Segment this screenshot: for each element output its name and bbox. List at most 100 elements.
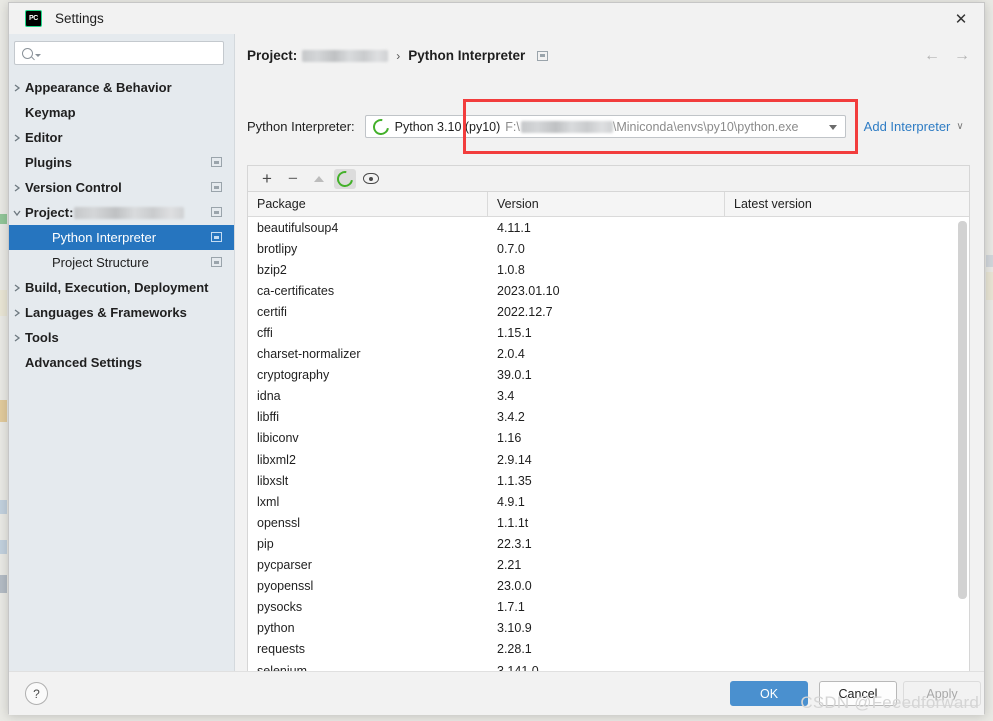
settings-scope-icon[interactable] bbox=[211, 257, 222, 267]
settings-scope-icon[interactable] bbox=[211, 207, 222, 217]
packages-toolbar: + − bbox=[247, 165, 970, 191]
version-cell: 1.0.8 bbox=[497, 262, 525, 277]
sidebar-item-languages-frameworks[interactable]: Languages & Frameworks bbox=[9, 300, 234, 325]
table-row[interactable]: pysocks 1.7.1 bbox=[248, 597, 969, 618]
show-early-releases-button[interactable] bbox=[360, 169, 382, 189]
table-row[interactable]: ca-certificates 2023.01.10 bbox=[248, 280, 969, 301]
upgrade-package-button[interactable] bbox=[308, 169, 330, 189]
version-cell: 1.1.35 bbox=[497, 473, 532, 488]
ok-button[interactable]: OK bbox=[730, 681, 808, 706]
sidebar-item-tools[interactable]: Tools bbox=[9, 325, 234, 350]
package-cell: bzip2 bbox=[257, 262, 287, 277]
table-row[interactable]: beautifulsoup4 4.11.1 bbox=[248, 217, 969, 238]
settings-scope-icon[interactable] bbox=[211, 232, 222, 242]
forward-arrow-icon[interactable]: → bbox=[954, 48, 970, 64]
version-cell: 2.28.1 bbox=[497, 642, 532, 657]
version-cell: 2.21 bbox=[497, 558, 522, 573]
chevron-down-icon[interactable] bbox=[828, 125, 837, 130]
sidebar-item-plugins[interactable]: Plugins bbox=[9, 150, 234, 175]
table-row[interactable]: cffi 1.15.1 bbox=[248, 322, 969, 343]
settings-scope-icon[interactable] bbox=[211, 157, 222, 167]
table-row[interactable]: cryptography 39.0.1 bbox=[248, 365, 969, 386]
sidebar-item-appearance-behavior[interactable]: Appearance & Behavior bbox=[9, 75, 234, 100]
sidebar-item-python-interpreter[interactable]: Python Interpreter bbox=[9, 225, 234, 250]
package-cell: ca-certificates bbox=[257, 283, 335, 298]
help-button[interactable]: ? bbox=[25, 682, 48, 705]
version-cell: 1.16 bbox=[497, 431, 522, 446]
table-row[interactable]: python 3.10.9 bbox=[248, 618, 969, 639]
sidebar-item-label: Python Interpreter bbox=[52, 230, 157, 245]
sidebar-item-label: Tools bbox=[25, 330, 59, 345]
plus-icon: + bbox=[262, 168, 272, 188]
arrow-up-icon bbox=[314, 175, 324, 182]
table-row[interactable]: brotlipy 0.7.0 bbox=[248, 238, 969, 259]
sidebar-item-build-execution-deployment[interactable]: Build, Execution, Deployment bbox=[9, 275, 234, 300]
bg-artifact bbox=[0, 290, 7, 316]
sidebar-item-keymap[interactable]: Keymap bbox=[9, 100, 234, 125]
conda-ring-icon bbox=[333, 167, 357, 190]
version-cell: 2023.01.10 bbox=[497, 283, 560, 298]
search-input[interactable] bbox=[45, 45, 199, 61]
breadcrumb-project-name-redacted bbox=[302, 49, 389, 62]
package-cell: libxml2 bbox=[257, 452, 296, 467]
chevron-right-icon bbox=[9, 133, 25, 142]
table-row[interactable]: libffi 3.4.2 bbox=[248, 407, 969, 428]
sidebar-item-editor[interactable]: Editor bbox=[9, 125, 234, 150]
sidebar-item-label: Keymap bbox=[25, 105, 76, 120]
column-header-latest-version[interactable]: Latest version bbox=[725, 192, 969, 216]
table-row[interactable]: certifi 2022.12.7 bbox=[248, 301, 969, 322]
table-row[interactable]: libxslt 1.1.35 bbox=[248, 470, 969, 491]
sidebar-item-label: Project: bbox=[25, 205, 74, 220]
remove-package-button[interactable]: − bbox=[282, 169, 304, 189]
interpreter-row: Python Interpreter: Python 3.10 (py10) F… bbox=[247, 115, 965, 138]
version-cell: 3.4.2 bbox=[497, 410, 525, 425]
add-interpreter-link[interactable]: Add Interpreter ∨ bbox=[864, 119, 964, 134]
window-title: Settings bbox=[55, 11, 104, 26]
sidebar-item-advanced-settings[interactable]: Advanced Settings bbox=[9, 350, 234, 375]
column-header-package[interactable]: Package bbox=[248, 192, 488, 216]
add-package-button[interactable]: + bbox=[256, 169, 278, 189]
table-row[interactable]: pyopenssl 23.0.0 bbox=[248, 576, 969, 597]
interpreter-label: Python Interpreter: bbox=[247, 119, 355, 134]
table-row[interactable]: idna 3.4 bbox=[248, 386, 969, 407]
settings-scope-icon[interactable] bbox=[537, 50, 549, 61]
interpreter-path: F:\ \Miniconda\envs\py10\python.exe bbox=[505, 120, 798, 134]
search-box[interactable] bbox=[14, 41, 224, 65]
settings-dialog: PC Settings ✕ Appearance & Behavior Keyma… bbox=[8, 2, 985, 715]
version-cell: 1.15.1 bbox=[497, 326, 532, 341]
chevron-down-icon: ∨ bbox=[956, 121, 964, 132]
sidebar-item-label: Editor bbox=[25, 130, 63, 145]
column-header-version[interactable]: Version bbox=[488, 192, 725, 216]
table-row[interactable]: pip 22.3.1 bbox=[248, 533, 969, 554]
settings-sidebar: Appearance & Behavior Keymap Editor Plugins… bbox=[9, 34, 235, 671]
table-row[interactable]: openssl 1.1.1t bbox=[248, 512, 969, 533]
bg-artifact bbox=[0, 500, 7, 514]
conda-packages-toggle[interactable] bbox=[333, 167, 357, 190]
conda-env-icon bbox=[369, 115, 392, 138]
package-cell: requests bbox=[257, 642, 305, 657]
sidebar-item-project-structure[interactable]: Project Structure bbox=[9, 250, 234, 275]
version-cell: 1.1.1t bbox=[497, 515, 529, 530]
version-cell: 4.11.1 bbox=[497, 220, 531, 235]
minus-icon: − bbox=[288, 168, 298, 188]
sidebar-item-version-control[interactable]: Version Control bbox=[9, 175, 234, 200]
table-row[interactable]: lxml 4.9.1 bbox=[248, 491, 969, 512]
table-row[interactable]: libxml2 2.9.14 bbox=[248, 449, 969, 470]
sidebar-item-label: Build, Execution, Deployment bbox=[25, 280, 209, 295]
sidebar-item-label: Appearance & Behavior bbox=[25, 80, 172, 95]
settings-scope-icon[interactable] bbox=[211, 182, 222, 192]
scrollbar-thumb[interactable] bbox=[958, 221, 967, 599]
table-row[interactable]: pycparser 2.21 bbox=[248, 555, 969, 576]
table-row[interactable]: requests 2.28.1 bbox=[248, 639, 969, 660]
table-scrollbar[interactable] bbox=[957, 217, 968, 685]
table-row[interactable]: bzip2 1.0.8 bbox=[248, 259, 969, 280]
version-cell: 3.10.9 bbox=[497, 621, 532, 636]
version-cell: 4.9.1 bbox=[497, 494, 525, 509]
interpreter-combobox[interactable]: Python 3.10 (py10) F:\ \Miniconda\envs\p… bbox=[364, 115, 846, 138]
sidebar-item-label: Version Control bbox=[25, 180, 122, 195]
table-row[interactable]: charset-normalizer 2.0.4 bbox=[248, 344, 969, 365]
sidebar-item-project[interactable]: Project: bbox=[9, 200, 234, 225]
table-row[interactable]: libiconv 1.16 bbox=[248, 428, 969, 449]
close-icon[interactable]: ✕ bbox=[938, 3, 984, 34]
back-arrow-icon[interactable]: ← bbox=[924, 48, 940, 64]
